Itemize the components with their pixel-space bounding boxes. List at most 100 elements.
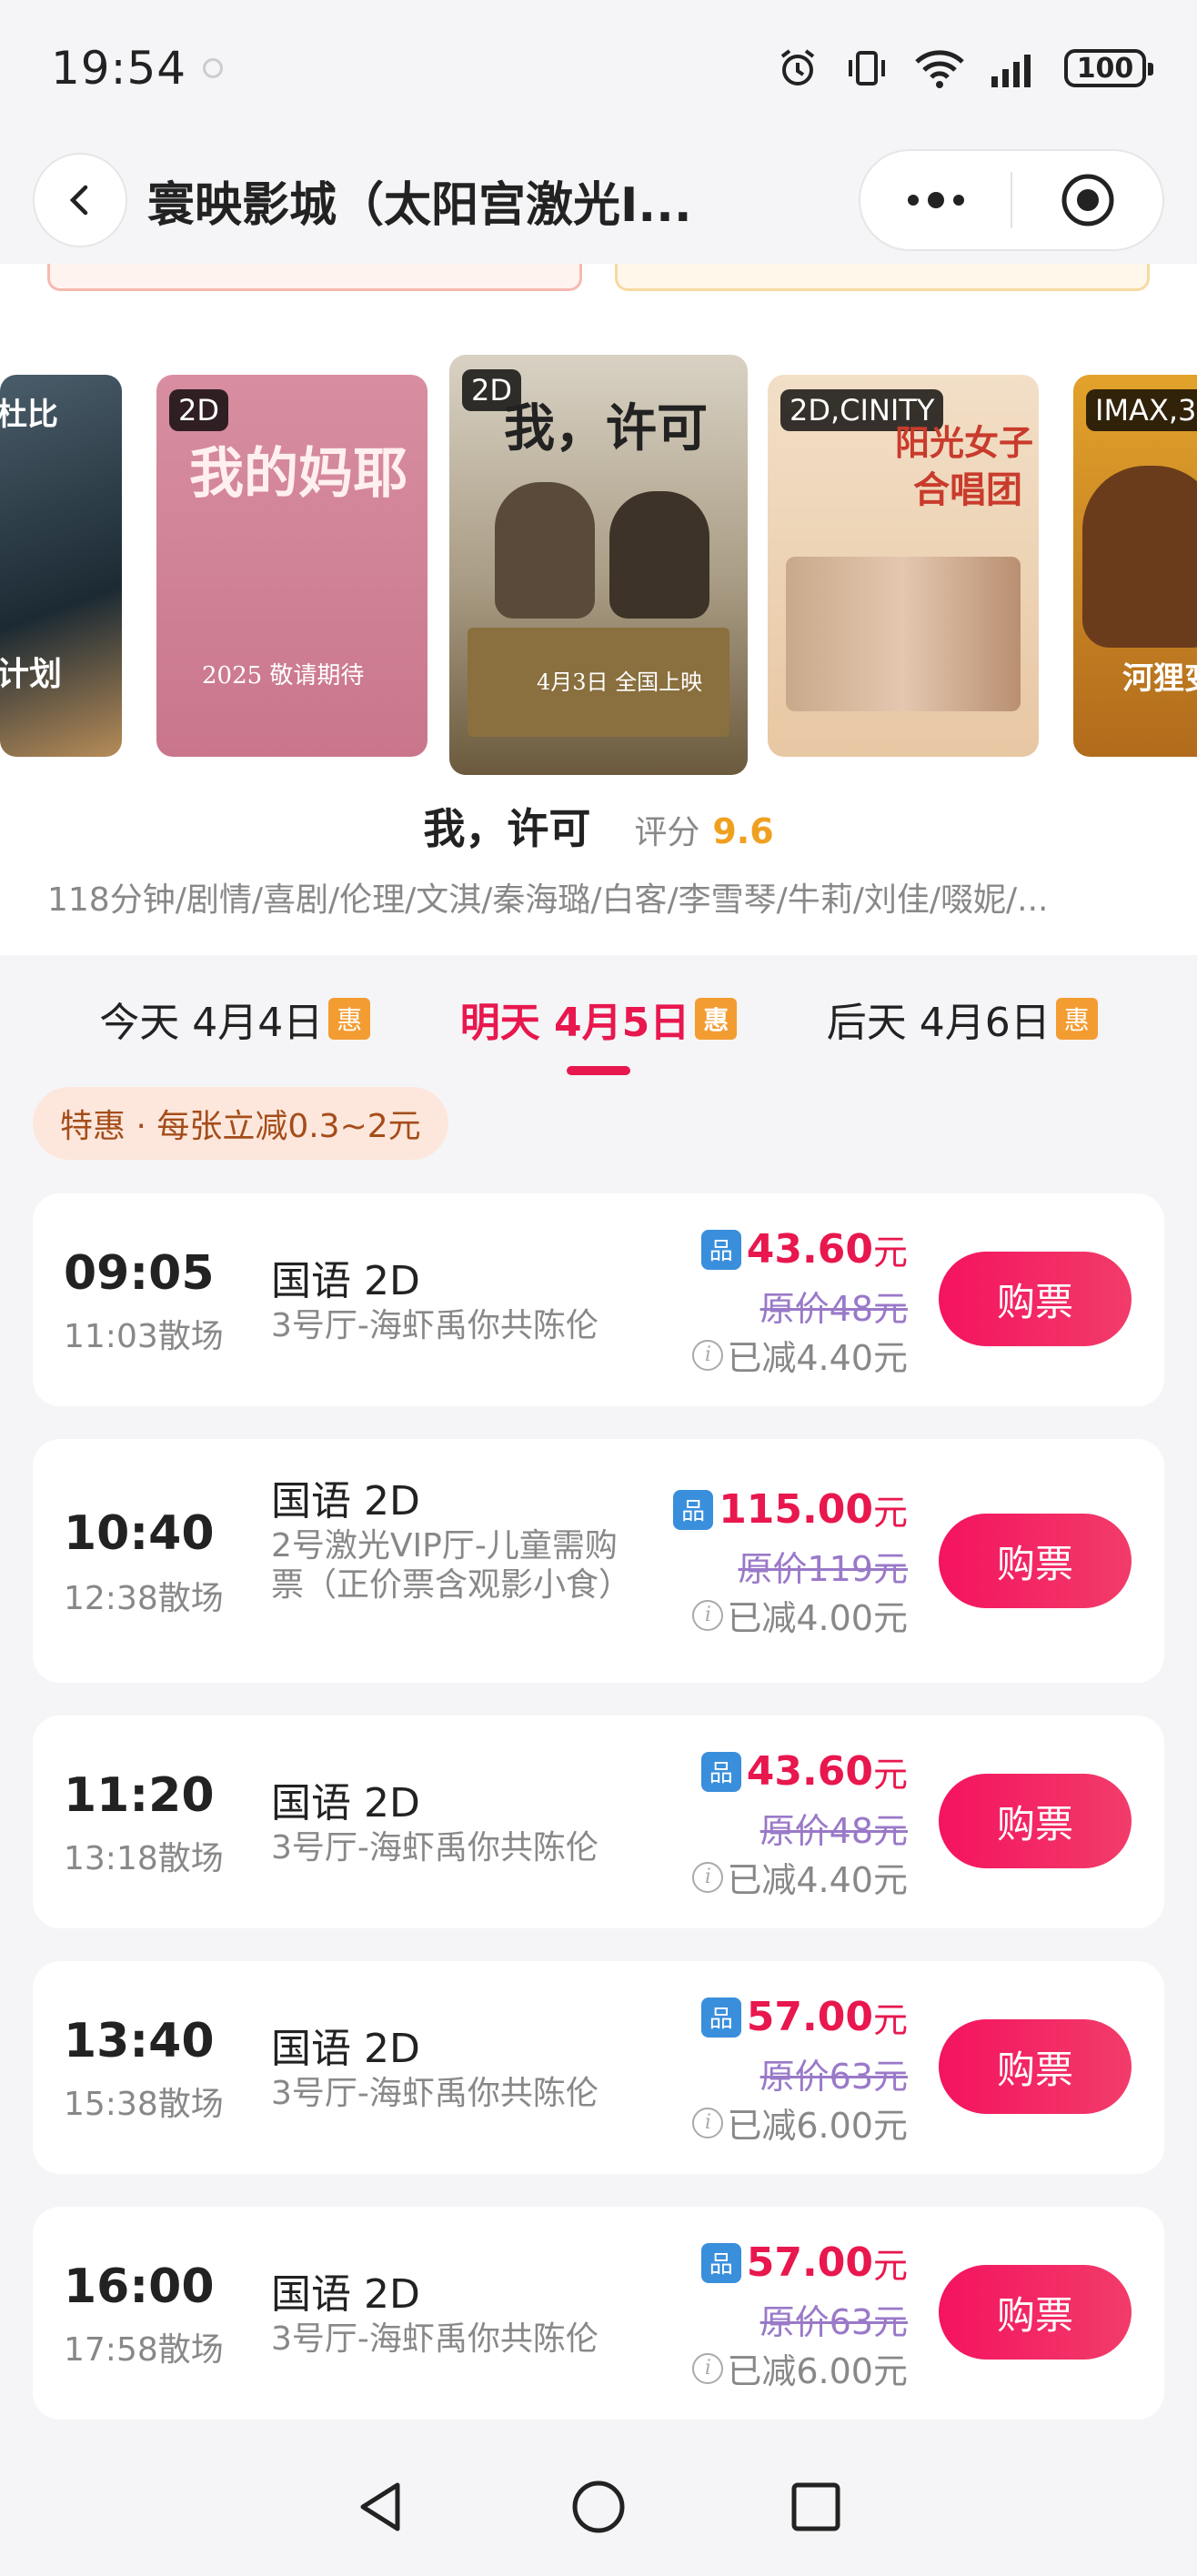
date-tab-tomorrow[interactable]: 明天 4月5日 惠 <box>460 990 738 1075</box>
system-nav-bar <box>0 2438 1197 2576</box>
pin-badge: 品 <box>673 1489 714 1530</box>
price-row: 品 43.60 元 <box>700 1746 908 1796</box>
poster-format-tag: IMAX,3D <box>1086 389 1197 431</box>
original-price: 原价63元 <box>759 2302 908 2342</box>
back-button[interactable] <box>33 153 127 247</box>
poster-1[interactable]: 2D 我的妈耶 2025 敬请期待 <box>156 375 428 757</box>
show-language: 国语 2D <box>271 2026 420 2072</box>
home-circle-icon[interactable] <box>569 2478 628 2536</box>
target-icon <box>1061 174 1113 226</box>
price-unit: 元 <box>872 1755 908 1795</box>
chevron-left-icon <box>69 185 88 216</box>
showtime-card[interactable]: 13:40 15:38散场 国语 2D 3号厅-海虾禹你共陈伦 品 57.00 元… <box>33 1961 1164 2174</box>
movie-meta[interactable]: 118分钟/剧情/喜剧/伦理/文淇/秦海璐/白客/李雪琴/牛莉/刘佳/啜妮/..… <box>47 873 1157 921</box>
info-icon[interactable]: i <box>692 1339 724 1371</box>
coupon-card-left[interactable] <box>47 264 582 291</box>
show-start-time: 09:05 <box>64 1246 215 1301</box>
price: 57.00 <box>746 2239 873 2286</box>
original-price: 原价119元 <box>738 1549 908 1589</box>
show-end-time: 12:38散场 <box>64 1580 224 1617</box>
signal-icon <box>991 55 1031 87</box>
discount-row: i 已减6.00元 <box>692 2343 908 2393</box>
poster-2-selected[interactable]: 2D 我，许可 4月3日 全国上映 <box>449 355 748 775</box>
info-icon[interactable]: i <box>692 1861 724 1893</box>
buy-ticket-button[interactable]: 购票 <box>939 1514 1132 1608</box>
show-language: 国语 2D <box>271 1780 420 1826</box>
poster-4[interactable]: IMAX,3D 河狸变 <box>1073 375 1197 757</box>
date-tab-label: 今天 4月4日 <box>99 1000 324 1046</box>
poster-title: 河狸变 <box>1122 660 1197 697</box>
price-row: 品 43.60 元 <box>700 1224 908 1274</box>
active-tab-indicator <box>566 1066 630 1075</box>
price-unit: 元 <box>872 2246 908 2286</box>
nav-header: 寰映影城（太阳宫激光I... <box>0 136 1197 264</box>
show-start-time: 16:00 <box>64 2259 215 2314</box>
price-unit: 元 <box>872 1493 908 1533</box>
info-icon[interactable]: i <box>692 2107 724 2138</box>
poster-title: 阳光女子 <box>895 422 1034 463</box>
discount-badge: 惠 <box>1055 998 1098 1040</box>
discount-amount: 已减4.40元 <box>727 1338 908 1378</box>
discount-amount: 已减6.00元 <box>727 2351 908 2391</box>
wifi-icon <box>915 50 964 88</box>
discount-badge: 惠 <box>695 998 738 1040</box>
show-start-time: 13:40 <box>64 2014 215 2068</box>
show-hall: 2号激光VIP厅-儿童需购票（正价票含观影小食） <box>271 1527 632 1605</box>
pin-badge: 品 <box>700 1229 741 1270</box>
movie-title-row: 我，许可 评分 9.6 <box>0 796 1197 856</box>
show-end-time: 13:18散场 <box>64 1840 224 1877</box>
original-price: 原价48元 <box>759 1811 908 1851</box>
poster-0[interactable]: 杜比 计划 <box>0 375 122 757</box>
vibrate-icon <box>849 51 885 86</box>
date-tab-day-after[interactable]: 后天 4月6日 惠 <box>827 990 1098 1048</box>
date-tab-today[interactable]: 今天 4月4日 惠 <box>99 990 371 1048</box>
showtime-card[interactable]: 16:00 17:58散场 国语 2D 3号厅-海虾禹你共陈伦 品 57.00 元… <box>33 2207 1164 2420</box>
info-icon[interactable]: i <box>692 2352 724 2384</box>
showtime-card[interactable]: 09:05 11:03散场 国语 2D 3号厅-海虾禹你共陈伦 品 43.60 元… <box>33 1193 1164 1406</box>
discount-amount: 已减4.00元 <box>727 1598 908 1638</box>
promo-chip: 特惠 · 每张立减0.3~2元 <box>33 1087 448 1160</box>
poster-subtitle: 2025 敬请期待 <box>202 662 365 689</box>
poster-3[interactable]: 2D,CINITY 阳光女子 合唱团 <box>768 375 1039 757</box>
more-button[interactable] <box>860 151 1011 249</box>
price: 57.00 <box>746 1994 873 2040</box>
pin-badge: 品 <box>700 1997 741 2038</box>
poster-title: 我的妈耶 <box>189 442 407 506</box>
price-row: 品 57.00 元 <box>700 2238 908 2288</box>
original-price: 原价48元 <box>759 1289 908 1329</box>
miniapp-capsule <box>859 149 1164 251</box>
status-time: 19:54 <box>51 42 187 95</box>
show-hall: 3号厅-海虾禹你共陈伦 <box>271 2075 598 2112</box>
discount-row: i 已减4.00元 <box>692 1590 908 1640</box>
buy-ticket-button[interactable]: 购票 <box>939 1252 1132 1346</box>
discount-amount: 已减4.40元 <box>727 1860 908 1900</box>
pin-badge: 品 <box>700 1751 741 1792</box>
movie-name: 我，许可 <box>423 804 591 853</box>
buy-ticket-button[interactable]: 购票 <box>939 1774 1132 1868</box>
discount-row: i 已减4.40元 <box>692 1330 908 1380</box>
status-bar: 19:54 100 <box>0 0 1197 136</box>
battery-icon: 100 <box>1064 49 1153 87</box>
discount-row: i 已减4.40元 <box>692 1852 908 1902</box>
buy-ticket-button[interactable]: 购票 <box>939 2265 1132 2360</box>
poster-figure-right <box>609 491 709 619</box>
close-miniapp-button[interactable] <box>1012 151 1162 249</box>
show-language: 国语 2D <box>271 1258 420 1304</box>
poster-subtitle: 计划 <box>0 655 63 693</box>
price-unit: 元 <box>872 1233 908 1273</box>
coupon-card-right[interactable] <box>615 264 1150 291</box>
info-icon[interactable]: i <box>692 1599 724 1631</box>
back-triangle-icon[interactable] <box>352 2478 410 2536</box>
showtime-card[interactable]: 10:40 12:38散场 国语 2D 2号激光VIP厅-儿童需购票（正价票含观… <box>33 1439 1164 1683</box>
recents-square-icon[interactable] <box>787 2478 845 2536</box>
movie-score-block: 评分 9.6 <box>634 806 773 853</box>
buy-ticket-button[interactable]: 购票 <box>939 2019 1132 2114</box>
discount-badge: 惠 <box>328 998 371 1040</box>
poster-figure-left <box>495 482 595 619</box>
poster-group-photo <box>786 557 1021 711</box>
poster-character <box>1082 466 1197 648</box>
showtime-card[interactable]: 11:20 13:18散场 国语 2D 3号厅-海虾禹你共陈伦 品 43.60 元… <box>33 1716 1164 1928</box>
price-row: 品 57.00 元 <box>700 1992 908 2042</box>
price: 115.00 <box>719 1486 873 1533</box>
show-start-time: 11:20 <box>64 1768 215 1823</box>
